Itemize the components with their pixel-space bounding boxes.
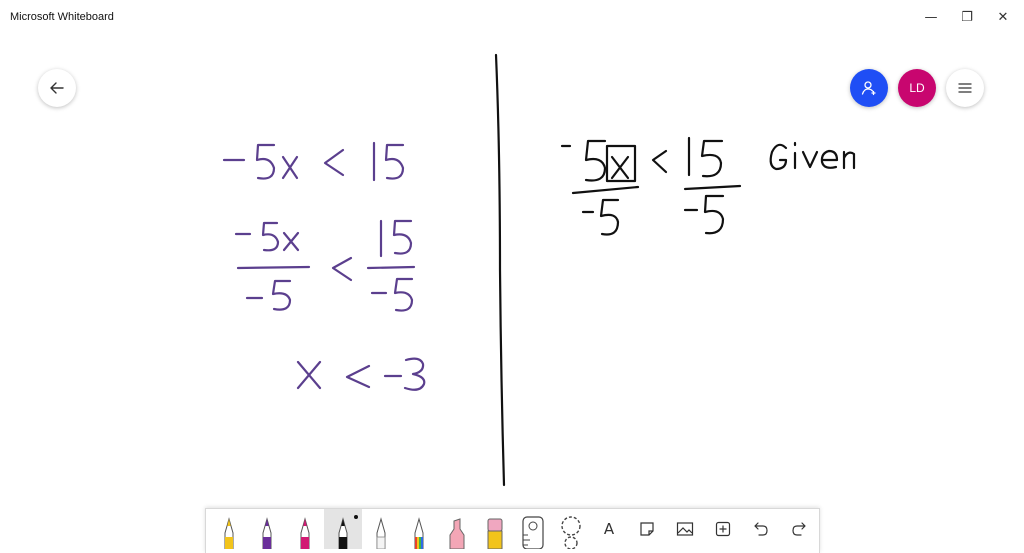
highlighter-tool[interactable]: [438, 509, 476, 549]
whiteboard-canvas[interactable]: [0, 34, 1009, 548]
note-icon: [640, 522, 654, 536]
avatar[interactable]: LD: [898, 69, 936, 107]
ruler-tool[interactable]: [514, 509, 552, 549]
minimize-button[interactable]: —: [913, 0, 949, 34]
share-button[interactable]: [850, 69, 888, 107]
selected-dot-icon: [354, 515, 358, 519]
white-pen-icon: [376, 517, 386, 549]
eraser-tool[interactable]: [476, 509, 514, 549]
text-tool-icon[interactable]: A: [592, 509, 626, 549]
pink-pen-tool[interactable]: [286, 509, 324, 549]
purple-pen-icon: [262, 517, 272, 549]
white-pen-tool[interactable]: [362, 509, 400, 549]
left-ink-work: [222, 141, 426, 391]
purple-pen-tool[interactable]: [248, 509, 286, 549]
person-icon: [861, 80, 877, 96]
menu-button[interactable]: [946, 69, 984, 107]
lasso-tool[interactable]: [552, 509, 590, 549]
redo-button[interactable]: [782, 509, 816, 549]
ruler-icon: [522, 516, 544, 549]
image-button[interactable]: [668, 509, 702, 549]
title-bar: Microsoft Whiteboard — ❐ ✕: [0, 0, 1024, 34]
eraser-icon: [487, 518, 503, 549]
highlighter-icon: [449, 518, 465, 549]
yellow-pen-icon: [224, 517, 234, 549]
avatar-initials: LD: [909, 81, 925, 95]
arrow-left-icon: [49, 80, 65, 96]
black-pen-tool[interactable]: [324, 509, 362, 549]
add-icon: [715, 521, 731, 537]
close-button[interactable]: ✕: [985, 0, 1021, 34]
pen-toolbar: A: [205, 508, 820, 553]
undo-icon: [754, 522, 768, 536]
ink-layer: [222, 53, 856, 487]
rainbow-pen-icon: [414, 517, 424, 549]
lasso-icon: [561, 516, 581, 549]
divider-line: [494, 53, 506, 487]
hamburger-icon: [957, 81, 973, 95]
rainbow-pen-tool[interactable]: [400, 509, 438, 549]
redo-icon: [792, 522, 806, 536]
note-button[interactable]: [630, 509, 664, 549]
right-ink-work: [560, 136, 856, 236]
back-button[interactable]: [38, 69, 76, 107]
restore-button[interactable]: ❐: [949, 0, 985, 34]
image-icon: [676, 522, 694, 536]
add-button[interactable]: [706, 509, 740, 549]
undo-button[interactable]: [744, 509, 778, 549]
pink-pen-icon: [300, 517, 310, 549]
black-pen-icon: [338, 517, 348, 549]
yellow-pen-tool[interactable]: [210, 509, 248, 549]
window-title: Microsoft Whiteboard: [10, 11, 114, 23]
scroll-area: [1009, 34, 1024, 548]
